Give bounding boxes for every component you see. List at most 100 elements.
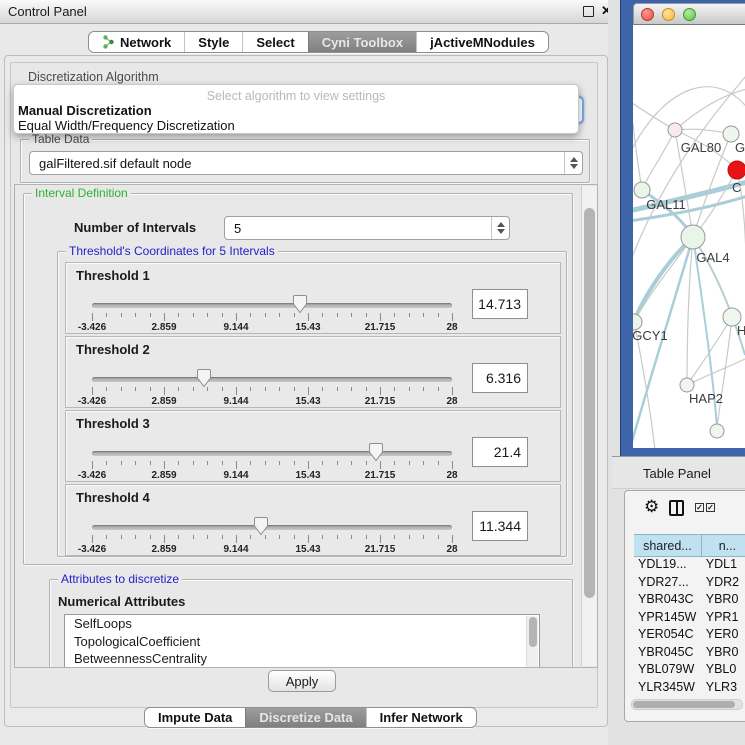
threshold-label: Threshold 4 [76, 490, 150, 505]
threshold-panel-1: Threshold 1-3.4262.8599.14415.4321.71528… [65, 262, 561, 334]
network-view-window: GAL80G.CGAL11GAL4GCY1HHAP2 [620, 0, 745, 456]
table-cell: YDL19... [634, 557, 702, 575]
threshold-value-field[interactable]: 21.4 [472, 437, 528, 467]
algorithm-dropdown-popup: Select algorithm to view settings Manual… [13, 84, 579, 134]
threshold-panel-2: Threshold 2-3.4262.8599.14415.4321.71528… [65, 336, 561, 408]
slider-tick-labels: -3.4262.8599.14415.4321.71528 [92, 396, 452, 407]
tab-select[interactable]: Select [242, 32, 307, 52]
column-header[interactable]: n... [702, 535, 745, 556]
slider-thumb[interactable] [292, 294, 308, 314]
table-row[interactable]: YBR045CYBR0 [634, 645, 745, 663]
table-cell: YBR0 [702, 645, 745, 663]
network-window-titlebar[interactable] [633, 3, 745, 25]
table-panel-title: Table Panel [643, 466, 711, 481]
node-label: GAL11 [646, 197, 686, 212]
tab-network[interactable]: Network [89, 32, 184, 52]
threshold-value-field[interactable]: 6.316 [472, 363, 528, 393]
network-edge[interactable] [675, 88, 745, 130]
table-panel-titlebar: Table Panel [612, 456, 745, 489]
tab-discretize-data[interactable]: Discretize Data [245, 708, 365, 727]
column-header[interactable]: shared... [634, 535, 702, 556]
network-icon [102, 35, 115, 49]
numerical-attributes-label: Numerical Attributes [58, 594, 185, 609]
tab-impute-data[interactable]: Impute Data [145, 708, 245, 727]
slider-ticks [92, 387, 452, 396]
tab-infer-network[interactable]: Infer Network [366, 708, 476, 727]
scrollbar-thumb[interactable] [584, 208, 595, 598]
table-row[interactable]: YER054CYER0 [634, 627, 745, 645]
table-header-row: shared...n... [634, 534, 745, 557]
table-cell: YDL1 [702, 557, 745, 575]
checkbox-icon[interactable]: ✓ [695, 503, 704, 512]
attribute-item[interactable]: TopologicalCoefficient [65, 633, 539, 651]
interval-definition-label: Interval Definition [32, 186, 131, 200]
table-cell: YLR345W [634, 680, 702, 695]
table-data-value: galFiltered.sif default node [39, 156, 191, 171]
num-intervals-label: Number of Intervals [74, 220, 196, 235]
algorithm-option-manual[interactable]: Manual Discretization [18, 103, 152, 118]
network-node[interactable] [710, 424, 724, 438]
table-cell: YBR043C [634, 592, 702, 610]
table-row[interactable]: YDL19...YDL1 [634, 557, 745, 575]
attribute-item[interactable]: SelfLoops [65, 615, 539, 633]
zoom-traffic-light[interactable] [683, 8, 696, 21]
threshold-value-field[interactable]: 14.713 [472, 289, 528, 319]
network-edge[interactable] [642, 130, 675, 190]
network-edge[interactable] [634, 237, 693, 322]
slider-track[interactable] [92, 377, 452, 382]
panel-scrollbar[interactable] [581, 186, 597, 666]
table-row[interactable]: YBL079WYBL0 [634, 662, 745, 680]
slider-thumb[interactable] [196, 368, 212, 388]
scrollbar-thumb[interactable] [633, 701, 735, 708]
table-data-combo[interactable]: galFiltered.sif default node [29, 151, 583, 175]
numerical-attributes-list[interactable]: SelfLoopsTopologicalCoefficientBetweenne… [64, 614, 540, 668]
table-hscrollbar[interactable] [631, 699, 743, 710]
network-node-c[interactable] [728, 161, 745, 179]
network-node-hap2[interactable] [680, 378, 694, 392]
tab-jactivemnodules[interactable]: jActiveMNodules [416, 32, 548, 52]
node-label: C [732, 180, 741, 195]
slider-track[interactable] [92, 451, 452, 456]
table-cell: YBL079W [634, 662, 702, 680]
columns-icon[interactable] [669, 500, 684, 516]
float-window-icon[interactable] [583, 6, 594, 17]
threshold-value-field[interactable]: 11.344 [472, 511, 528, 541]
checkbox-icon[interactable]: ✓ [706, 503, 715, 512]
table-panel: ⚙ ✓ ✓ shared...n...YDL19...YDL1YDR27...Y… [624, 490, 745, 722]
algorithm-group-label: Discretization Algorithm [28, 70, 159, 84]
settings-viewport: Interval Definition Number of Intervals … [14, 184, 598, 668]
algorithm-hint: Select algorithm to view settings [14, 89, 578, 103]
algorithm-option-equal-width[interactable]: Equal Width/Frequency Discretization [18, 118, 235, 133]
slider-thumb[interactable] [253, 516, 269, 536]
network-canvas[interactable]: GAL80G.CGAL11GAL4GCY1HHAP2 [633, 25, 745, 448]
slider-track[interactable] [92, 525, 452, 530]
attribute-item[interactable]: BetweennessCentrality [65, 650, 539, 668]
close-traffic-light[interactable] [641, 8, 654, 21]
slider-track[interactable] [92, 303, 452, 308]
tab-style[interactable]: Style [184, 32, 242, 52]
network-edge[interactable] [717, 317, 732, 428]
attributes-group-label: Attributes to discretize [58, 572, 182, 586]
tab-cyni-toolbox[interactable]: Cyni Toolbox [308, 32, 416, 52]
network-node-gal11[interactable] [634, 182, 650, 198]
combo-stepper-icon [491, 217, 509, 239]
network-node-gal80[interactable] [668, 123, 682, 137]
slider-thumb[interactable] [368, 442, 384, 462]
gear-icon[interactable]: ⚙ [644, 497, 659, 517]
table-cell: YBR045C [634, 645, 702, 663]
minimize-traffic-light[interactable] [662, 8, 675, 21]
panel-title: Control Panel [8, 4, 87, 19]
table-row[interactable]: YBR043CYBR0 [634, 592, 745, 610]
control-panel: Control Panel ✕ NetworkStyleSelectCyni T… [0, 0, 612, 745]
network-edge[interactable] [687, 237, 693, 385]
network-node-gal4[interactable] [681, 225, 705, 249]
table-row[interactable]: YLR345WYLR3 [634, 680, 745, 695]
threshold-panel-3: Threshold 3-3.4262.8599.14415.4321.71528… [65, 410, 561, 482]
num-intervals-combo[interactable]: 5 [224, 216, 510, 240]
table-row[interactable]: YPR145WYPR1 [634, 610, 745, 628]
node-label: H [737, 323, 745, 338]
threshold-label: Threshold 3 [76, 416, 150, 431]
list-scrollbar[interactable] [526, 616, 538, 668]
table-row[interactable]: YDR27...YDR2 [634, 575, 745, 593]
apply-button[interactable]: Apply [268, 670, 336, 692]
